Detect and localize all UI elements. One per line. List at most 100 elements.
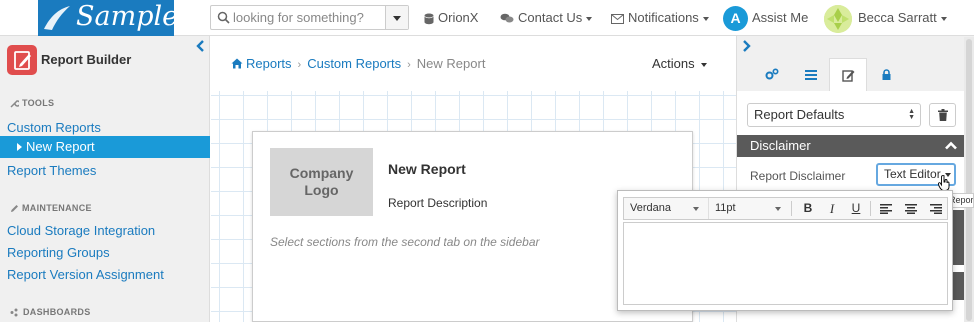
chevron-down-icon: [586, 16, 593, 21]
logo-swoosh-icon: [44, 6, 70, 30]
left-sidebar: Report Builder TOOLS Custom Reports New …: [0, 36, 210, 322]
notifications-label: Notifications: [628, 10, 699, 25]
tab-list[interactable]: [792, 58, 830, 91]
sidebar-item-report-themes[interactable]: Report Themes: [7, 163, 96, 178]
contact-us-menu[interactable]: Contact Us: [500, 0, 593, 36]
search-icon: [217, 11, 230, 24]
search-input[interactable]: [233, 8, 383, 27]
notifications-menu[interactable]: Notifications: [611, 0, 709, 36]
orionx-label: OrionX: [438, 10, 479, 25]
sidebar-item-report-version[interactable]: Report Version Assignment: [7, 267, 164, 282]
user-name: Becca Sarratt: [858, 10, 937, 25]
actions-label: Actions: [652, 56, 695, 71]
search-dropdown-button[interactable]: [385, 6, 408, 29]
breadcrumb-reports[interactable]: Reports: [246, 56, 292, 71]
align-right-icon: [930, 204, 942, 214]
report-builder-icon: [7, 45, 37, 75]
right-scrollbar[interactable]: [964, 37, 974, 322]
top-bar: Sample OrionX Contact Us Notifications A…: [0, 0, 974, 36]
breadcrumb-separator-icon: ›: [407, 59, 411, 71]
wrench-icon: [10, 100, 19, 108]
toolbar-divider: [870, 201, 871, 216]
brand-logo[interactable]: Sample: [38, 0, 174, 36]
breadcrumb-current: New Report: [416, 56, 486, 71]
chevron-down-icon: [702, 16, 709, 21]
sidebar-title: Report Builder: [41, 52, 132, 67]
section-dashboards: DASHBOARDS: [10, 307, 91, 317]
report-defaults-select[interactable]: Report Defaults ▲ ▼: [747, 103, 921, 127]
tab-settings[interactable]: [753, 58, 791, 91]
select-arrows-icon: ▲ ▼: [908, 108, 915, 121]
text-editor-label: Text Editor: [884, 167, 941, 181]
settings-icon: [765, 68, 779, 80]
align-center-icon: [905, 204, 917, 214]
avatar: [824, 4, 852, 33]
trash-icon: [937, 109, 948, 121]
align-left-button[interactable]: [876, 200, 896, 217]
sidebar-item-custom-reports[interactable]: Custom Reports: [7, 120, 101, 135]
assist-me-label: Assist Me: [752, 10, 809, 25]
align-right-button[interactable]: [926, 200, 946, 217]
editor-content-area[interactable]: [623, 222, 948, 305]
logo-line-2: Logo: [304, 182, 339, 198]
section-title: MAINTENANCE: [22, 203, 92, 213]
chat-icon: [500, 13, 514, 23]
font-family-select[interactable]: Verdana: [624, 198, 706, 219]
align-left-icon: [880, 204, 892, 214]
chevron-down-icon: [693, 207, 699, 211]
section-title: TOOLS: [22, 98, 55, 108]
sidebar-item-new-report[interactable]: New Report: [0, 136, 210, 158]
breadcrumb-custom-reports[interactable]: Custom Reports: [307, 56, 401, 71]
section-title: Disclaimer: [750, 138, 811, 153]
section-title: DASHBOARDS: [23, 307, 91, 317]
breadcrumb-separator-icon: ›: [297, 59, 302, 71]
sidebar-item-cloud-storage[interactable]: Cloud Storage Integration: [7, 223, 155, 238]
sidebar-item-reporting-groups[interactable]: Reporting Groups: [7, 245, 110, 260]
collapsed-section-strip: [952, 210, 964, 265]
home-icon: [231, 58, 243, 69]
edit-icon: [841, 69, 854, 82]
text-editor-popup: Verdana 11pt B I U: [617, 190, 953, 311]
company-logo-placeholder[interactable]: Company Logo: [270, 148, 373, 216]
select-value: Report Defaults: [754, 107, 845, 122]
tab-lock[interactable]: [867, 58, 905, 91]
italic-button[interactable]: I: [822, 200, 842, 217]
section-tools: TOOLS: [10, 98, 54, 108]
assist-me-button[interactable]: A Assist Me: [723, 0, 808, 36]
chevron-down-icon: [940, 16, 947, 21]
assist-badge: A: [723, 6, 748, 32]
actions-dropdown[interactable]: Actions: [652, 56, 707, 71]
caret-right-icon: [17, 143, 22, 151]
section-maintenance: MAINTENANCE: [10, 203, 92, 213]
align-center-button[interactable]: [901, 200, 921, 217]
bold-button[interactable]: B: [798, 200, 818, 217]
logo-line-1: Company: [289, 165, 354, 181]
lock-icon: [882, 68, 890, 80]
underline-button[interactable]: U: [846, 200, 866, 217]
font-size-select[interactable]: 11pt: [708, 198, 788, 219]
report-title[interactable]: New Report: [388, 161, 466, 177]
tab-edit[interactable]: [829, 58, 867, 91]
collapsed-section-strip: [952, 272, 964, 300]
search-box: [210, 5, 409, 30]
envelope-icon: [611, 13, 624, 24]
user-menu[interactable]: Becca Sarratt: [824, 0, 947, 36]
list-icon: [805, 70, 817, 80]
collapse-left-icon[interactable]: [195, 39, 205, 53]
disclaimer-section-header[interactable]: Disclaimer: [737, 135, 965, 157]
panel-tabs: [737, 50, 965, 91]
dashboard-icon: [10, 308, 18, 317]
report-description[interactable]: Report Description: [388, 196, 487, 210]
database-icon: [424, 13, 434, 24]
toolbar-divider: [791, 201, 792, 216]
chevron-up-icon: [945, 141, 957, 150]
chevron-down-icon: [775, 207, 781, 211]
scrollbar-thumb[interactable]: [966, 39, 972, 321]
hand-cursor-icon: [938, 175, 950, 191]
contact-us-label: Contact Us: [518, 10, 583, 25]
orionx-link[interactable]: OrionX: [424, 0, 478, 36]
chevron-down-icon: [700, 62, 707, 67]
breadcrumb: Reports › Custom Reports › New Report: [231, 56, 485, 71]
sidebar-item-label: New Report: [26, 139, 95, 154]
delete-button[interactable]: [929, 103, 956, 127]
